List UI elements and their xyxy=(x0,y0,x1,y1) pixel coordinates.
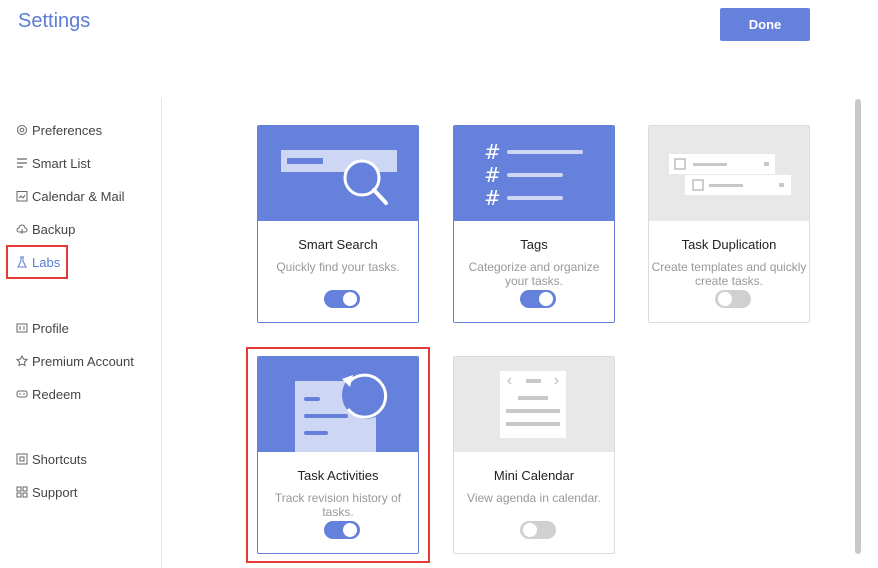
sidebar-item-preferences[interactable]: Preferences xyxy=(16,119,102,141)
mini-calendar-illustration xyxy=(454,357,614,452)
mini-calendar-toggle[interactable] xyxy=(520,521,556,539)
sidebar-item-label: Calendar & Mail xyxy=(32,188,125,204)
lab-card-description: Categorize and organize your tasks. xyxy=(468,260,600,288)
toggle-knob xyxy=(343,292,357,306)
sidebar-item-premium-account[interactable]: Premium Account xyxy=(16,350,134,372)
sidebar-item-smart-list[interactable]: Smart List xyxy=(16,152,91,174)
command-icon xyxy=(16,453,28,465)
scrollbar[interactable] xyxy=(855,99,861,554)
sidebar-item-label: Support xyxy=(32,484,78,500)
sidebar-item-calendar-mail[interactable]: Calendar & Mail xyxy=(16,185,125,207)
lab-card-name: Mini Calendar xyxy=(493,468,575,483)
ticket-icon xyxy=(16,388,28,400)
lab-card-name: Smart Search xyxy=(298,237,378,252)
sidebar-item-label: Premium Account xyxy=(32,353,134,369)
list-icon xyxy=(16,157,28,169)
lab-card-name: Task Duplication xyxy=(681,237,777,252)
toggle-knob xyxy=(539,292,553,306)
task-duplication-illustration xyxy=(649,126,809,221)
sidebar-item-support[interactable]: Support xyxy=(16,481,78,503)
tags-illustration: # # # xyxy=(454,126,614,221)
labs-highlight-box xyxy=(6,245,68,279)
smart-search-toggle[interactable] xyxy=(324,290,360,308)
done-button[interactable]: Done xyxy=(720,8,810,41)
lab-card-task-duplication: Task Duplication Create templates and qu… xyxy=(648,125,810,323)
smart-search-illustration xyxy=(258,126,418,221)
svg-text:#: # xyxy=(484,140,501,164)
sidebar-item-redeem[interactable]: Redeem xyxy=(16,383,81,405)
sidebar-item-label: Preferences xyxy=(32,122,103,138)
sidebar-item-label: Backup xyxy=(32,221,76,237)
task-activities-highlight-box xyxy=(246,347,430,563)
lab-card-description: Create templates and quickly create task… xyxy=(651,260,807,288)
toggle-knob xyxy=(523,523,537,537)
lab-card-name: Tags xyxy=(520,237,548,252)
gear-icon xyxy=(16,124,28,136)
lab-card-smart-search: Smart Search Quickly find your tasks. xyxy=(257,125,419,323)
sidebar-item-label: Profile xyxy=(32,320,69,336)
svg-text:#: # xyxy=(484,186,501,210)
page-title: Settings xyxy=(18,10,91,32)
task-duplication-toggle[interactable] xyxy=(715,290,751,308)
tags-toggle[interactable] xyxy=(520,290,556,308)
grid-icon xyxy=(16,486,28,498)
lab-card-mini-calendar: Mini Calendar View agenda in calendar. xyxy=(453,356,615,554)
badge-icon xyxy=(16,355,28,367)
sidebar-item-label: Redeem xyxy=(32,386,82,402)
sidebar-item-label: Smart List xyxy=(32,155,91,171)
lab-card-description: View agenda in calendar. xyxy=(467,491,601,505)
cloud-icon xyxy=(16,223,28,235)
sidebar-item-shortcuts[interactable]: Shortcuts xyxy=(16,448,87,470)
toggle-knob xyxy=(718,292,732,306)
sidebar-item-label: Shortcuts xyxy=(32,451,87,467)
lab-card-description: Quickly find your tasks. xyxy=(276,260,400,274)
id-card-icon xyxy=(16,322,28,334)
calendar-icon xyxy=(16,190,28,202)
sidebar-item-backup[interactable]: Backup xyxy=(16,218,75,240)
sidebar-divider xyxy=(161,98,162,568)
lab-card-tags: # # # Tags Categorize and organize your … xyxy=(453,125,615,323)
svg-text:#: # xyxy=(484,163,501,187)
sidebar-item-profile[interactable]: Profile xyxy=(16,317,69,339)
